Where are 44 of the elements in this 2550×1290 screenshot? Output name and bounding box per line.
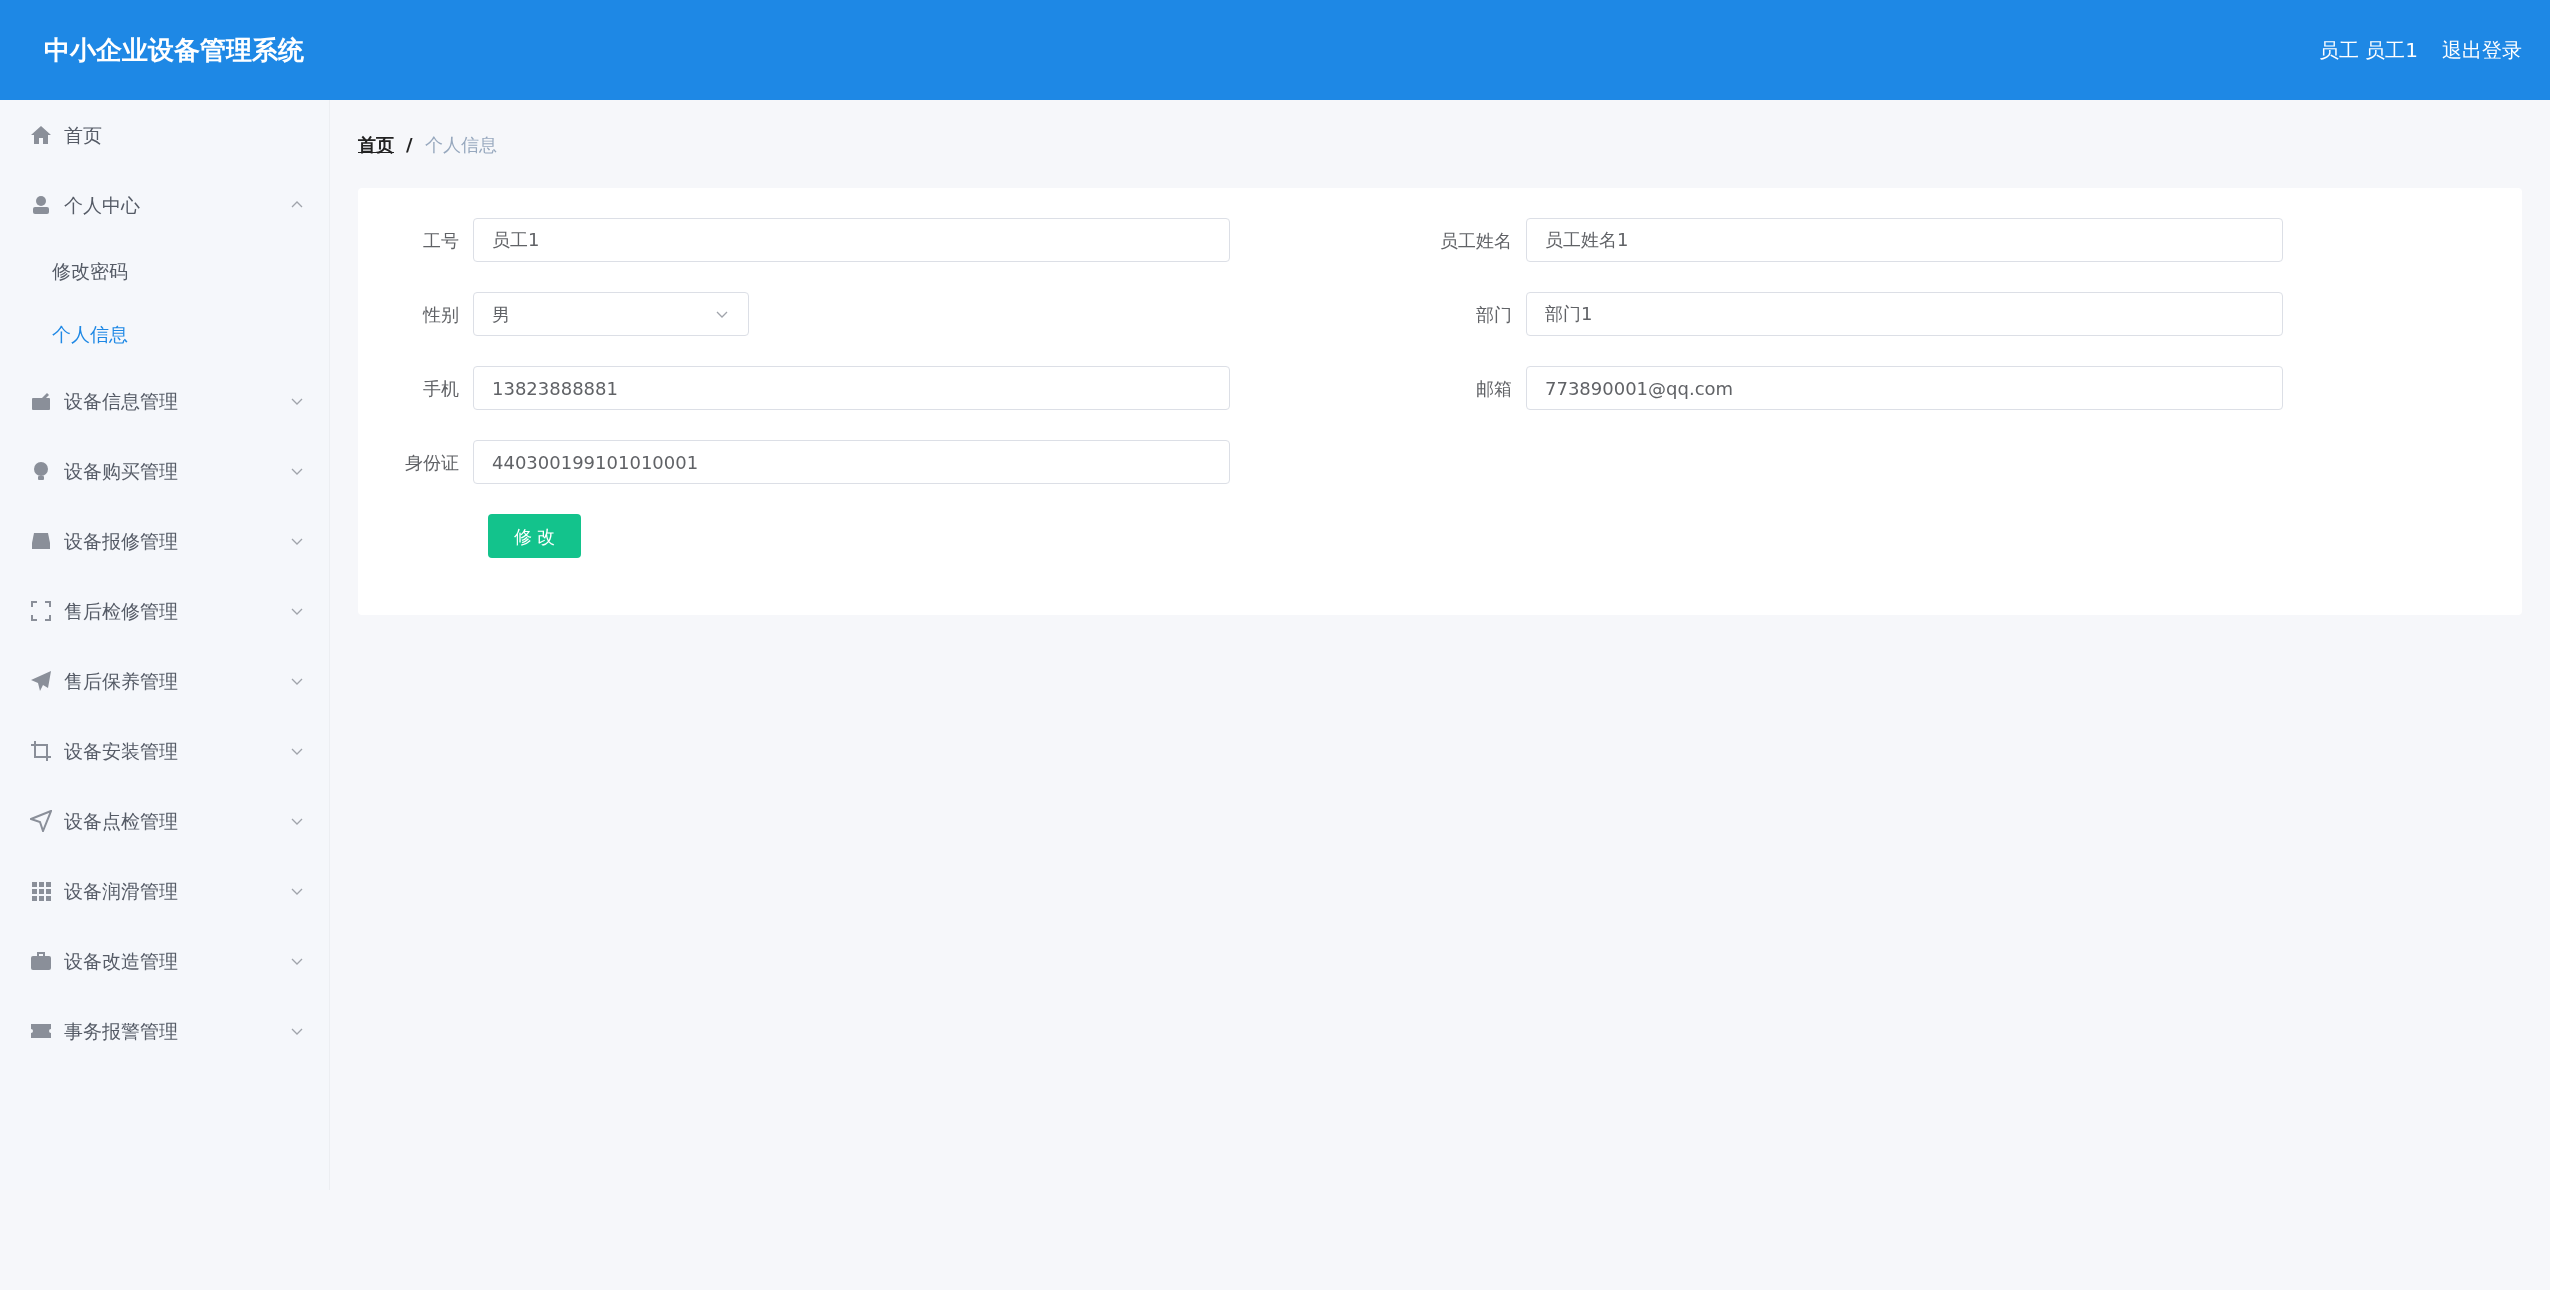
field-label: 工号 xyxy=(422,228,460,253)
sidebar-item[interactable]: 设备信息管理 xyxy=(0,366,329,436)
field-label: 部门 xyxy=(1475,302,1513,327)
navigation-icon xyxy=(30,810,52,832)
sidebar-item[interactable]: 售后检修管理 xyxy=(0,576,329,646)
fullscreen-icon xyxy=(30,600,52,622)
sidebar-item[interactable]: 设备购买管理 xyxy=(0,436,329,506)
crop-icon xyxy=(30,740,52,762)
sidebar-item[interactable]: 设备润滑管理 xyxy=(0,856,329,926)
sidebar-item[interactable]: 设备点检管理 xyxy=(0,786,329,856)
grid-icon xyxy=(30,880,52,902)
input-field[interactable]: 员工1 xyxy=(473,218,1230,262)
input-field[interactable]: 440300199101010001 xyxy=(473,440,1230,484)
app-title: 中小企业设备管理系统 xyxy=(44,33,304,67)
field-label: 员工姓名 xyxy=(1439,228,1513,253)
breadcrumb-separator: / xyxy=(406,132,413,157)
breadcrumb-item: 个人信息 xyxy=(424,132,497,157)
sidebar-item[interactable]: 设备安装管理 xyxy=(0,716,329,786)
input-field[interactable]: 13823888881 xyxy=(473,366,1230,410)
sidebar-item[interactable]: 首页 xyxy=(0,100,329,170)
home-icon xyxy=(30,124,52,146)
user-icon xyxy=(30,194,52,216)
sidebar-item[interactable]: 设备改造管理 xyxy=(0,926,329,996)
field-label: 性别 xyxy=(421,302,460,327)
wallet-icon xyxy=(30,390,52,412)
sidebar-item[interactable]: 事务报警管理 xyxy=(0,996,329,1066)
sidebar-item[interactable]: 售后保养管理 xyxy=(0,646,329,716)
user-name: 员工 员工1 xyxy=(2318,37,2418,64)
sidebar-subitem[interactable]: 修改密码 xyxy=(0,240,329,303)
paper-plane-icon xyxy=(30,670,52,692)
breadcrumb-item[interactable]: 首页 xyxy=(358,130,394,158)
sidebar-subitem[interactable]: 个人信息 xyxy=(0,303,329,366)
select-field[interactable]: 男 xyxy=(473,292,749,336)
input-field[interactable]: 部门1 xyxy=(1526,292,2283,336)
inbox-icon xyxy=(30,530,52,552)
field-label: 手机 xyxy=(422,376,460,401)
briefcase-icon xyxy=(30,950,52,972)
input-field[interactable]: 员工姓名1 xyxy=(1526,218,2283,262)
field-label: 邮箱 xyxy=(1475,376,1513,401)
logout-link[interactable]: 退出登录 xyxy=(2442,35,2522,65)
sidebar-item[interactable]: 设备报修管理 xyxy=(0,506,329,576)
input-field[interactable]: 773890001@qq.com xyxy=(1526,366,2283,410)
field-label: 身份证 xyxy=(404,450,460,475)
sidebar-item[interactable]: 个人中心 xyxy=(0,170,329,240)
